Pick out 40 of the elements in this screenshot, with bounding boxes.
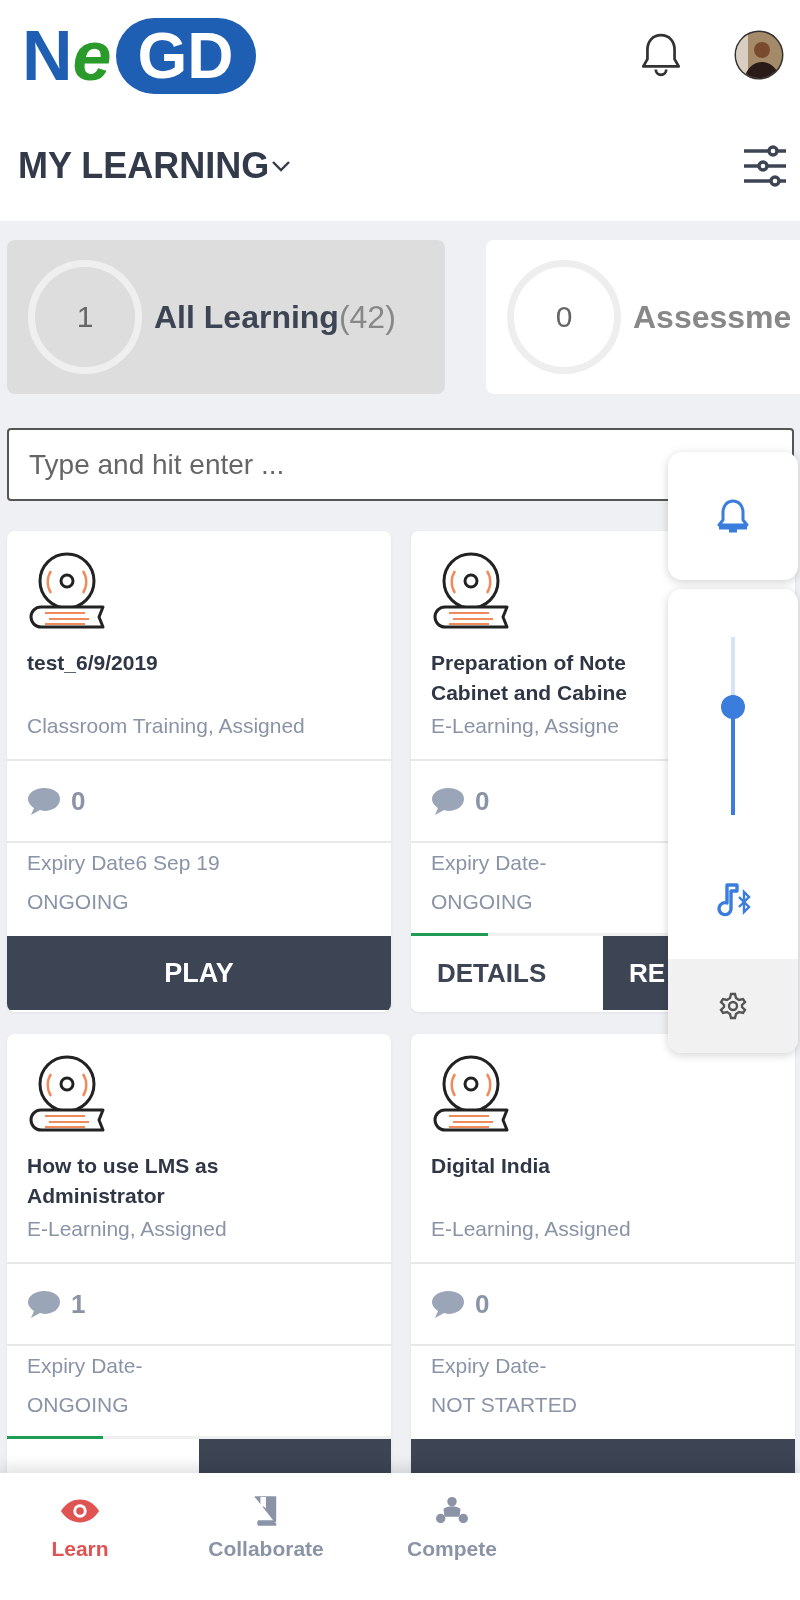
course-title[interactable]: Preparation of Note Cabinet and Cabine (431, 648, 628, 708)
course-card[interactable]: How to use LMS as Administrator E-Learning, Assigned 1 Expiry Date- ONGOING (7, 1034, 391, 1473)
course-card[interactable]: Digital India E-Learning, Assigned 0 Expiry Date- NOT STARTED (411, 1034, 795, 1473)
comment-icon[interactable] (431, 786, 465, 816)
course-status: NOT STARTED (431, 1392, 577, 1418)
comment-count: 0 (475, 785, 490, 817)
course-title[interactable]: Digital India (431, 1151, 550, 1211)
comment-count: 1 (71, 1288, 86, 1320)
count-ring: 1 (28, 260, 142, 374)
caret-icon[interactable] (271, 159, 292, 172)
notification-bell-icon[interactable] (640, 31, 682, 79)
comment-icon[interactable] (431, 1289, 465, 1319)
comment-count: 0 (475, 1288, 490, 1320)
course-status: ONGOING (27, 1392, 129, 1418)
course-type: E-Learning, Assigned (431, 1216, 631, 1242)
expiry-date: Expiry Date- (27, 1353, 143, 1379)
course-card[interactable]: test_6/9/2019 Classroom Training, Assigned 0 Expiry Date6 Sep 19 ONGOING PLAY (7, 531, 391, 1012)
course-type: E-Learning, Assigned (27, 1216, 227, 1242)
tab-label: All Learning(42) (154, 298, 396, 336)
comment-count: 0 (71, 785, 86, 817)
course-title[interactable]: How to use LMS as Administrator (27, 1151, 219, 1211)
course-status: ONGOING (27, 889, 129, 915)
comment-icon[interactable] (27, 1289, 61, 1319)
course-type: Classroom Training, Assigned (27, 713, 305, 739)
action-button[interactable]: PLAY (7, 936, 391, 1010)
page-title[interactable]: MY LEARNING (18, 144, 270, 187)
expiry-date: Expiry Date- (431, 1353, 547, 1379)
filter-sliders-icon[interactable] (743, 144, 787, 187)
course-type: E-Learning, Assigne (431, 713, 619, 739)
settings-icon[interactable] (719, 992, 747, 1020)
count-ring: 0 (507, 260, 621, 374)
nav-tab[interactable]: Learn (0, 1473, 160, 1600)
expiry-date: Expiry Date6 Sep 19 (27, 850, 220, 876)
course-status: ONGOING (431, 889, 533, 915)
category-tab[interactable]: 1 All Learning(42) (7, 240, 445, 394)
category-tab[interactable]: 0 Assessme (486, 240, 800, 394)
comment-icon[interactable] (27, 786, 61, 816)
tab-label: Assessme (633, 298, 792, 336)
expiry-date: Expiry Date- (431, 850, 547, 876)
course-title[interactable]: test_6/9/2019 (27, 648, 158, 708)
